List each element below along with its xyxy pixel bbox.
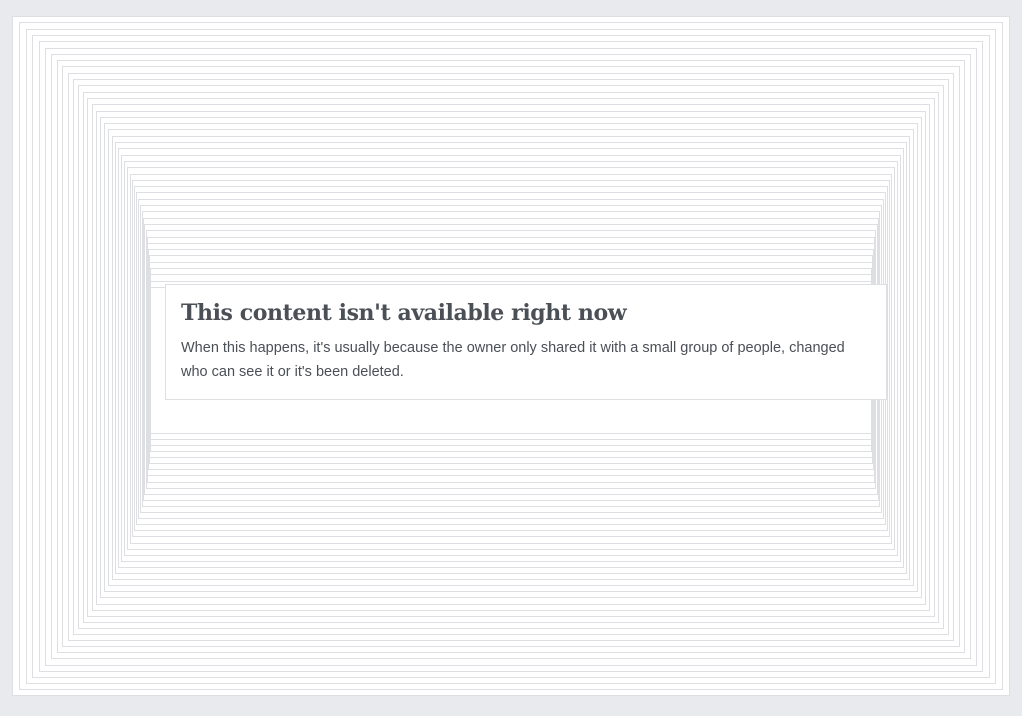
notice-message: When this happens, it's usually because … (181, 340, 845, 380)
content-unavailable-card: This content isn't available right now W… (165, 284, 887, 400)
notice-title: This content isn't available right now (181, 300, 627, 326)
recursive-screenshot-frame: This content isn't available right now W… (0, 0, 1022, 716)
